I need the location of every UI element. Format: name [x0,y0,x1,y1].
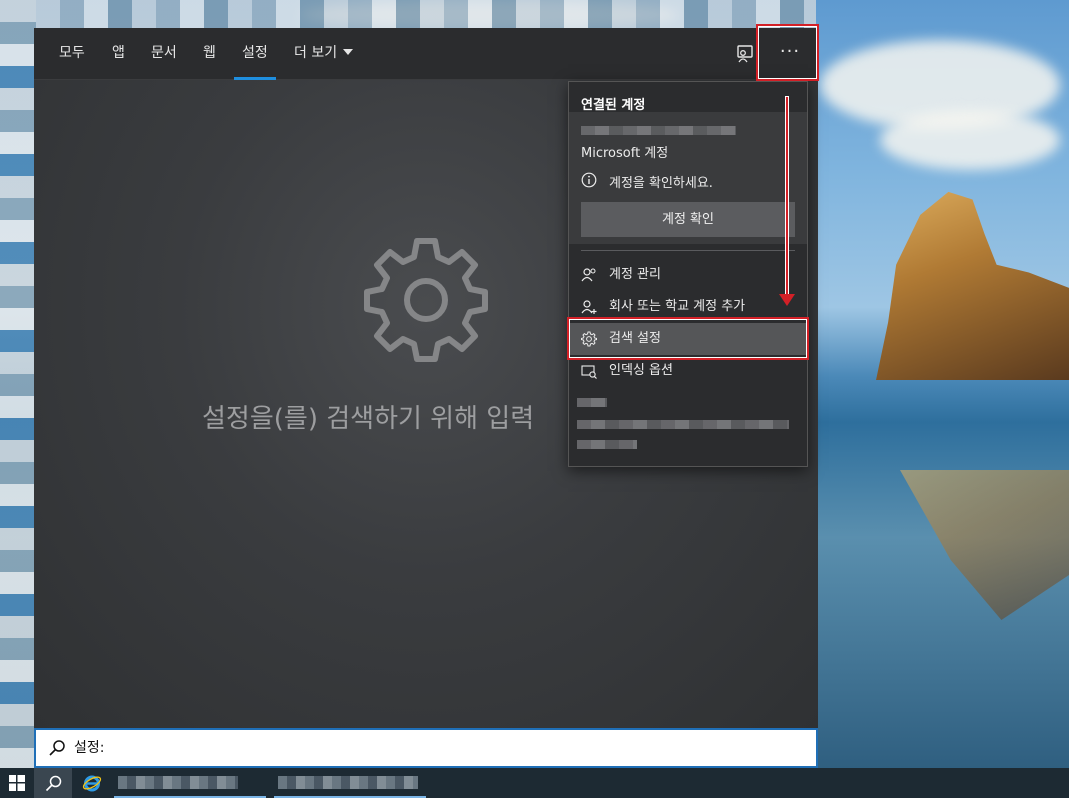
annotation-arrow-head [779,294,795,306]
redacted-app-title [278,776,418,789]
manage-account-icon [581,268,596,282]
internet-explorer-icon [82,775,102,792]
taskbar-app-1[interactable] [114,768,266,798]
search-input[interactable]: 설정: [34,728,818,768]
connected-accounts-heading: 연결된 계정 [581,98,646,113]
taskbar-search-button[interactable] [34,768,72,798]
start-button[interactable] [0,768,34,798]
annotation-arrow [785,96,789,296]
redacted-text [577,398,607,407]
indexing-icon [581,365,597,379]
feedback-button[interactable] [731,40,759,68]
windows-logo-icon [9,775,25,791]
tab-documents[interactable]: 문서 [151,28,177,80]
add-account-icon [581,300,597,314]
search-icon [45,775,62,792]
highlight-more-button [756,24,819,81]
feedback-icon [737,45,753,63]
menu-item-label: 계정 관리 [609,267,661,282]
verify-account-notice: 계정을 확인하세요. [609,176,713,191]
search-prompt-text: 설정을(를) 검색하기 위해 입력 [202,404,535,434]
menu-divider [581,250,795,251]
internet-explorer-button[interactable] [74,768,110,798]
info-icon [581,172,597,188]
tab-web[interactable]: 웹 [203,28,216,80]
search-scope-tabs: 모두 앱 문서 웹 설정 더 보기 ··· [34,28,818,80]
tab-more[interactable]: 더 보기 [294,28,354,80]
more-options-menu: 연결된 계정 Microsoft 계정 계정을 확인하세요. 계정 확인 계정 … [568,81,808,467]
account-type-label: Microsoft 계정 [581,146,669,161]
redacted-app-title [118,776,238,789]
redacted-email [581,126,736,135]
verify-account-button[interactable]: 계정 확인 [581,202,795,237]
redacted-text [577,440,637,449]
tab-settings[interactable]: 설정 [234,28,276,80]
search-input-value: 설정: [74,740,105,756]
redacted-text [577,420,789,429]
settings-gear-icon [364,238,488,362]
chevron-down-icon [343,49,354,55]
search-icon [49,740,65,756]
menu-item-manage-account[interactable]: 계정 관리 [569,259,807,291]
tab-apps[interactable]: 앱 [112,28,125,80]
tab-more-label: 더 보기 [294,45,338,61]
taskbar [0,768,1069,798]
account-section: Microsoft 계정 계정을 확인하세요. 계정 확인 [569,112,807,244]
taskbar-app-2[interactable] [274,768,426,798]
tab-all[interactable]: 모두 [59,28,85,80]
highlight-search-settings [567,317,809,360]
